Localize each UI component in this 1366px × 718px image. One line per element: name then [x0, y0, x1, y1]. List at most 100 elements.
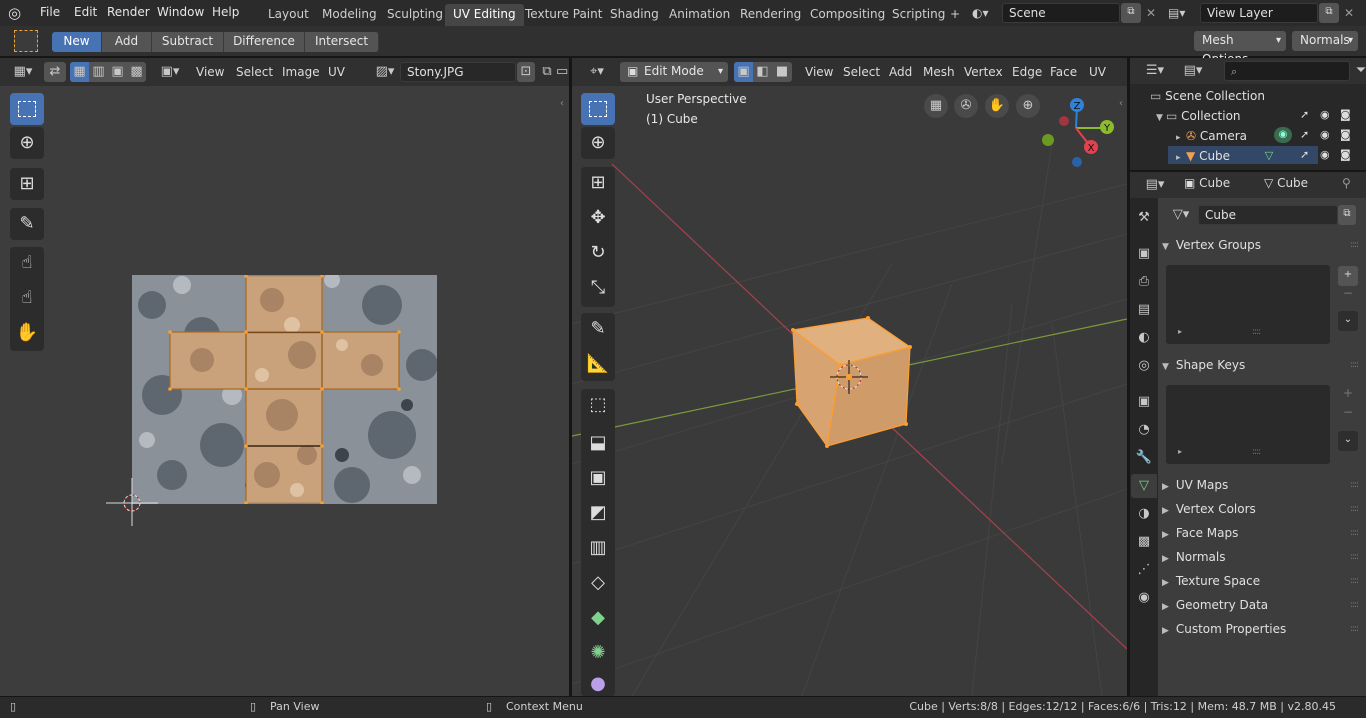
vp-tool-inset-icon[interactable]: ▣	[581, 462, 615, 494]
remove-vertex-group-icon[interactable]: −	[1338, 286, 1358, 304]
mode-intersect-button[interactable]: Intersect	[305, 32, 379, 52]
vertex-groups-list[interactable]: ▸ ::::	[1166, 265, 1330, 344]
panel-normals-header[interactable]: ▶ Normals::::	[1162, 545, 1362, 569]
outliner-row-collection[interactable]: ▼ ▭ Collection	[1156, 106, 1241, 126]
vp-tool-loop-cut-icon[interactable]: ▥	[581, 532, 615, 564]
view-layer-selector-icon[interactable]: ▤▾	[1168, 4, 1198, 22]
drag-grip-icon[interactable]: ::::	[1350, 497, 1359, 521]
uv-menu-view[interactable]: View	[196, 61, 224, 83]
remove-shape-key-icon[interactable]: −	[1338, 405, 1358, 423]
vp-tool-annotate-icon[interactable]: ✎	[581, 313, 615, 345]
pin-icon[interactable]: ⚲	[1342, 176, 1351, 190]
vp-tool-spin-icon[interactable]: ✺	[581, 637, 615, 669]
edge-select-icon[interactable]: ▥	[89, 62, 108, 82]
toggle-ortho-grid-icon[interactable]: ▦	[924, 94, 948, 118]
uv-tool-select-box[interactable]	[10, 93, 44, 125]
vp-tool-knife-icon[interactable]: ◇	[581, 567, 615, 599]
editor-type-icon[interactable]: ▦▾	[8, 62, 38, 82]
render-camera-icon[interactable]: ◙	[1340, 148, 1351, 161]
add-vertex-group-icon[interactable]: +	[1338, 266, 1358, 286]
world-tab-icon[interactable]: ◎	[1133, 356, 1155, 376]
island-select-icon[interactable]: ▩	[127, 62, 146, 82]
tab-shading[interactable]: Shading	[602, 4, 667, 26]
uv-menu-select[interactable]: Select	[236, 61, 273, 83]
vp-tool-measure-icon[interactable]: 📐	[581, 348, 615, 380]
menu-edit[interactable]: Edit	[67, 0, 104, 26]
vp-menu-select[interactable]: Select	[843, 61, 880, 83]
outliner-row-cube[interactable]: ▸ ▼ Cube	[1176, 146, 1230, 166]
camera-data-icon[interactable]: ◉	[1274, 127, 1292, 143]
uv-2d-cursor-icon[interactable]	[106, 478, 160, 528]
vp-tool-select-box[interactable]	[581, 93, 615, 125]
tab-animation[interactable]: Animation	[661, 4, 738, 26]
mesh-options-dropdown[interactable]: Mesh Options	[1194, 31, 1286, 66]
outliner-display-mode-icon[interactable]: ▤▾	[1178, 61, 1208, 81]
uv-sidebar-toggle-icon[interactable]: ‹	[560, 98, 564, 109]
image-name-field[interactable]: Stony.JPG	[400, 62, 516, 82]
shape-keys-list[interactable]: ▸ ::::	[1166, 385, 1330, 464]
mesh-datablock-icon[interactable]: ▽▾	[1166, 205, 1196, 225]
panel-geometry-data-header[interactable]: ▶ Geometry Data::::	[1162, 593, 1362, 617]
delete-view-layer-icon[interactable]: ✕	[1341, 3, 1357, 23]
drag-grip-icon[interactable]: ::::	[1350, 521, 1359, 545]
mesh-data-icon[interactable]: ▽	[1260, 148, 1278, 164]
panel-uv-maps-header[interactable]: ▶ UV Maps::::	[1162, 473, 1362, 497]
panel-vertex-colors-header[interactable]: ▶ Vertex Colors::::	[1162, 497, 1362, 521]
select-box-tool-icon[interactable]	[14, 30, 38, 52]
image-browse-icon[interactable]: ▨▾	[370, 62, 400, 82]
face-select-icon[interactable]: ▣	[108, 62, 127, 82]
open-image-icon[interactable]: ▭	[556, 62, 568, 82]
face-mode-icon[interactable]: ■	[772, 62, 792, 82]
outliner-row-scene-collection[interactable]: ▭ Scene Collection	[1150, 86, 1265, 106]
physics-tab-icon[interactable]: ◉	[1133, 588, 1155, 608]
vp-menu-face[interactable]: Face	[1050, 61, 1077, 83]
new-view-layer-icon[interactable]: ⧉	[1319, 3, 1339, 23]
output-tab-icon[interactable]: ⎙	[1133, 272, 1155, 292]
expand-arrow-icon[interactable]: ▸	[1176, 128, 1186, 148]
vp-menu-mesh[interactable]: Mesh	[923, 61, 955, 83]
vp-menu-edge[interactable]: Edge	[1012, 61, 1042, 83]
pan-view-hand-icon[interactable]: ✋	[985, 94, 1009, 118]
mesh-name-field[interactable]: Cube	[1198, 205, 1338, 225]
uv-sync-icon[interactable]: ⇄	[44, 62, 66, 82]
view-layer-field[interactable]: View Layer	[1200, 3, 1318, 23]
vp-tool-move-icon[interactable]: ✥	[581, 202, 615, 234]
object-tab-icon[interactable]: ▣	[1133, 392, 1155, 412]
edge-mode-icon[interactable]: ◧	[753, 62, 772, 82]
uv-tool-pinch-icon[interactable]: ✋	[10, 317, 44, 349]
new-scene-icon[interactable]: ⧉	[1121, 3, 1141, 23]
expand-arrow-icon[interactable]: ▼	[1156, 108, 1166, 128]
panel-vertex-groups-header[interactable]: ▼ Vertex Groups::::	[1162, 233, 1362, 257]
properties-editor-type-icon[interactable]: ▤▾	[1140, 175, 1170, 195]
drag-grip-icon[interactable]: ::::	[1350, 545, 1359, 569]
menu-help[interactable]: Help	[205, 0, 246, 26]
transform-orientation-dropdown[interactable]: Normals	[1292, 31, 1358, 51]
vp-tool-transform-icon[interactable]: ⊞	[581, 167, 615, 199]
sticky-select-icon[interactable]: ▣▾	[156, 62, 184, 82]
uv-tool-relax-icon[interactable]: ☝	[10, 282, 44, 314]
fake-user-icon[interactable]: ⧉	[1338, 205, 1356, 225]
particles-tab-icon[interactable]: ⋰	[1133, 560, 1155, 580]
vp-tool-scale-icon[interactable]: ⤡	[581, 272, 615, 304]
uv-menu-uv[interactable]: UV	[328, 61, 345, 83]
panel-face-maps-header[interactable]: ▶ Face Maps::::	[1162, 521, 1362, 545]
menu-file[interactable]: File	[33, 0, 67, 26]
uv-menu-image[interactable]: Image	[282, 61, 320, 83]
vp-tool-add-cube-icon[interactable]: ⬚	[581, 389, 615, 421]
drag-grip-icon[interactable]: ::::	[1350, 353, 1359, 377]
modifiers-tab-icon[interactable]: 🔧	[1133, 448, 1155, 468]
uv-tool-cursor-icon[interactable]: ⊕	[10, 127, 44, 159]
selectable-toggle-icon[interactable]: ➚	[1300, 148, 1309, 161]
render-tab-icon[interactable]: ▣	[1133, 244, 1155, 264]
mode-difference-button[interactable]: Difference	[224, 32, 305, 52]
menu-render[interactable]: Render	[100, 0, 157, 26]
list-filter-toggle-icon[interactable]: ▸	[1178, 327, 1182, 336]
vertex-group-specials-icon[interactable]: ⌄	[1338, 311, 1358, 331]
scene-tab-icon[interactable]: ◐	[1133, 328, 1155, 348]
tab-layout[interactable]: Layout	[260, 4, 317, 26]
expand-arrow-icon[interactable]: ▸	[1176, 148, 1186, 168]
vp-tool-rotate-icon[interactable]: ↻	[581, 237, 615, 269]
render-camera-icon[interactable]: ◙	[1340, 108, 1351, 121]
viewport-editor-type-icon[interactable]: ⌖▾	[582, 62, 612, 82]
vp-tool-smooth-icon[interactable]: ●	[581, 672, 615, 696]
